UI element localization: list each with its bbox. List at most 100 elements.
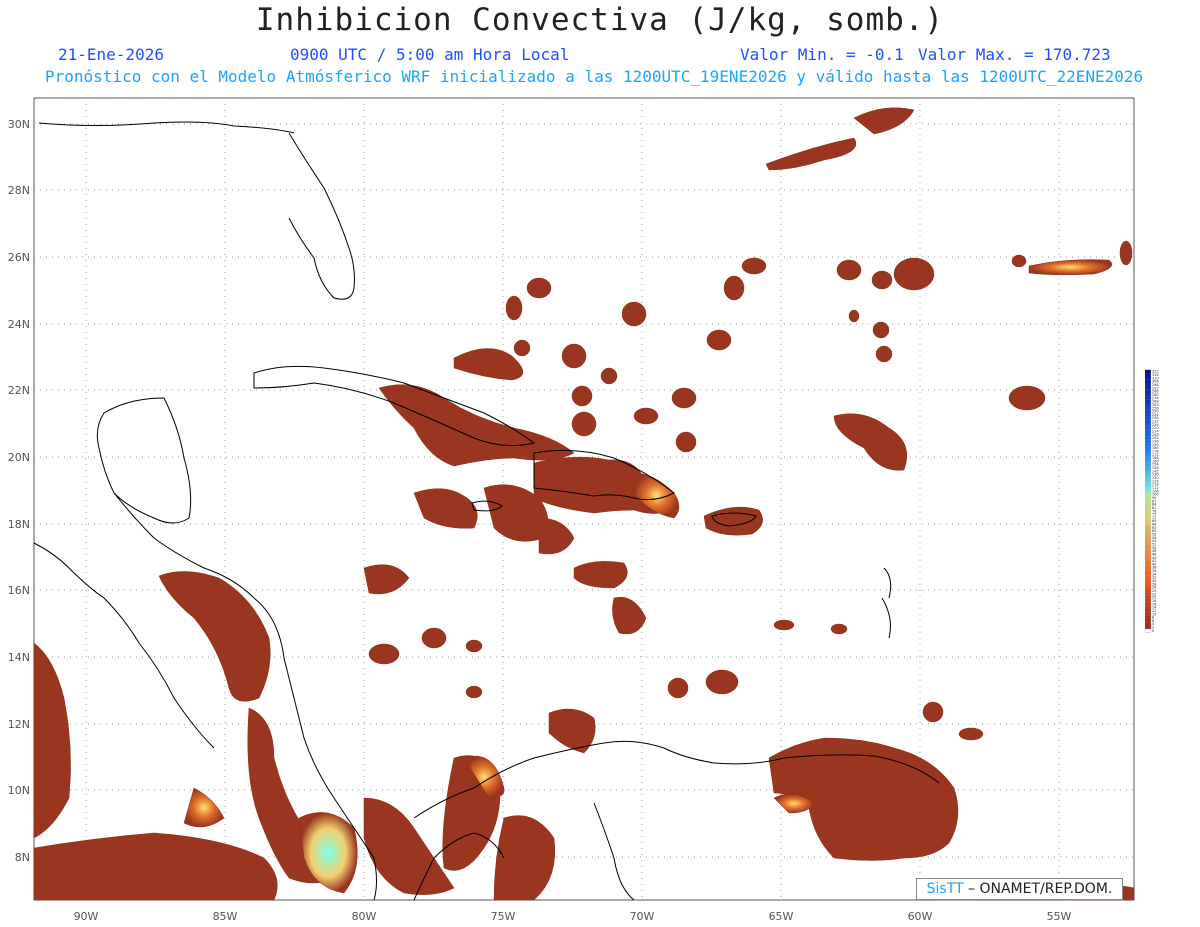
legend-swatch bbox=[1145, 452, 1151, 457]
lon-tick-label: 60W bbox=[908, 910, 933, 923]
legend-swatch bbox=[1145, 542, 1151, 546]
lat-tick-label: 8N bbox=[15, 851, 30, 864]
legend-swatch bbox=[1145, 509, 1151, 513]
legend-swatch bbox=[1145, 486, 1151, 490]
credit-box: SisTT – ONAMET/REP.DOM. bbox=[916, 878, 1123, 900]
legend-swatch bbox=[1145, 529, 1151, 533]
forecast-time: 0900 UTC / 5:00 am Hora Local bbox=[290, 45, 570, 64]
max-value: Valor Max. = 170.723 bbox=[918, 45, 1111, 64]
legend-swatch bbox=[1145, 472, 1151, 477]
legend-swatch bbox=[1145, 449, 1151, 453]
lon-tick-label: 70W bbox=[630, 910, 655, 923]
legend-swatch bbox=[1145, 562, 1151, 566]
legend-swatch bbox=[1145, 402, 1151, 407]
legend-swatch bbox=[1145, 608, 1151, 613]
legend-swatch bbox=[1145, 376, 1151, 380]
legend-swatch bbox=[1145, 489, 1151, 493]
legend-swatch bbox=[1145, 512, 1151, 517]
legend-swatch bbox=[1145, 618, 1151, 623]
legend-swatch bbox=[1145, 532, 1151, 536]
legend-swatch bbox=[1145, 599, 1151, 603]
lat-tick-label: 16N bbox=[8, 584, 30, 597]
lat-tick-label: 18N bbox=[8, 518, 30, 531]
forecast-date: 21-Ene-2026 bbox=[58, 45, 164, 64]
legend-swatch bbox=[1145, 502, 1151, 507]
legend-swatch bbox=[1145, 432, 1151, 437]
lat-tick-label: 24N bbox=[8, 318, 30, 331]
legend-label: 0 bbox=[1152, 629, 1155, 633]
brand-logo-text: SisTT bbox=[926, 881, 964, 897]
legend-swatch bbox=[1145, 469, 1151, 473]
model-info: Pronóstico con el Modelo Atmósferico WRF… bbox=[45, 67, 1144, 86]
legend-swatch bbox=[1145, 612, 1151, 616]
legend-swatch bbox=[1145, 569, 1151, 573]
legend-swatch bbox=[1145, 479, 1151, 483]
legend-swatch bbox=[1145, 439, 1151, 443]
legend-swatch bbox=[1145, 419, 1151, 424]
lon-tick-label: 55W bbox=[1047, 910, 1072, 923]
legend-swatch bbox=[1145, 549, 1151, 553]
legend-swatch bbox=[1145, 505, 1151, 510]
legend-swatch bbox=[1145, 466, 1151, 470]
legend-swatch bbox=[1145, 456, 1151, 460]
legend-swatch bbox=[1145, 615, 1151, 620]
legend-swatch bbox=[1145, 522, 1151, 527]
legend-swatch bbox=[1145, 379, 1151, 384]
legend-swatch bbox=[1145, 575, 1151, 580]
legend-swatch bbox=[1145, 589, 1151, 593]
legend-swatch bbox=[1145, 426, 1151, 430]
legend-swatch bbox=[1145, 595, 1151, 600]
legend-swatch bbox=[1145, 412, 1151, 417]
legend-swatch bbox=[1145, 482, 1151, 487]
legend-swatch bbox=[1145, 572, 1151, 576]
legend-swatch bbox=[1145, 582, 1151, 586]
legend-swatch bbox=[1145, 436, 1151, 440]
legend-swatch bbox=[1145, 492, 1151, 497]
legend-swatch bbox=[1145, 625, 1151, 630]
legend-swatch bbox=[1145, 462, 1151, 467]
legend-swatch bbox=[1145, 393, 1151, 397]
lon-tick-label: 75W bbox=[491, 910, 516, 923]
legend-swatch bbox=[1145, 442, 1151, 447]
legend-swatch bbox=[1145, 525, 1151, 530]
legend-swatch bbox=[1145, 559, 1151, 563]
organization-label: – ONAMET/REP.DOM. bbox=[963, 881, 1113, 897]
min-value: Valor Min. = -0.1 bbox=[740, 45, 904, 64]
lat-tick-label: 20N bbox=[8, 451, 30, 464]
legend-swatch bbox=[1145, 499, 1151, 503]
legend-swatch bbox=[1145, 585, 1151, 590]
cin-map: 30N 28N 26N 24N 22N 20N 18N 16N 14N 12N 10N 8N 90W 8… bbox=[8, 97, 1135, 923]
legend-swatch bbox=[1145, 389, 1151, 394]
legend-swatch bbox=[1145, 373, 1151, 377]
legend-swatch bbox=[1145, 602, 1151, 606]
lon-tick-label: 65W bbox=[769, 910, 794, 923]
legend-swatch bbox=[1145, 446, 1151, 450]
legend-swatch bbox=[1145, 396, 1151, 400]
legend-swatch bbox=[1145, 383, 1151, 387]
lon-tick-label: 80W bbox=[352, 910, 377, 923]
legend-swatch bbox=[1145, 369, 1151, 374]
legend-swatch bbox=[1145, 406, 1151, 410]
lat-tick-label: 12N bbox=[8, 718, 30, 731]
legend-swatch bbox=[1145, 592, 1151, 596]
legend-swatch bbox=[1145, 565, 1151, 570]
lat-tick-label: 14N bbox=[8, 651, 30, 664]
legend-swatch bbox=[1145, 386, 1151, 390]
lon-tick-label: 90W bbox=[74, 910, 99, 923]
legend-swatch bbox=[1145, 535, 1151, 540]
legend-swatch bbox=[1145, 399, 1151, 404]
legend-swatch bbox=[1145, 429, 1151, 433]
lat-tick-label: 10N bbox=[8, 784, 30, 797]
legend-swatch bbox=[1145, 555, 1151, 560]
lat-tick-label: 30N bbox=[8, 118, 30, 131]
legend-swatch bbox=[1145, 515, 1151, 520]
legend-swatch bbox=[1145, 519, 1151, 523]
legend-swatch bbox=[1145, 579, 1151, 583]
lat-tick-label: 26N bbox=[8, 251, 30, 264]
legend-swatch bbox=[1145, 539, 1151, 543]
legend-swatch bbox=[1144, 628, 1152, 633]
legend-swatch bbox=[1145, 605, 1151, 610]
lon-tick-label: 85W bbox=[213, 910, 238, 923]
legend-swatch bbox=[1145, 622, 1151, 626]
legend-swatch bbox=[1145, 545, 1151, 550]
